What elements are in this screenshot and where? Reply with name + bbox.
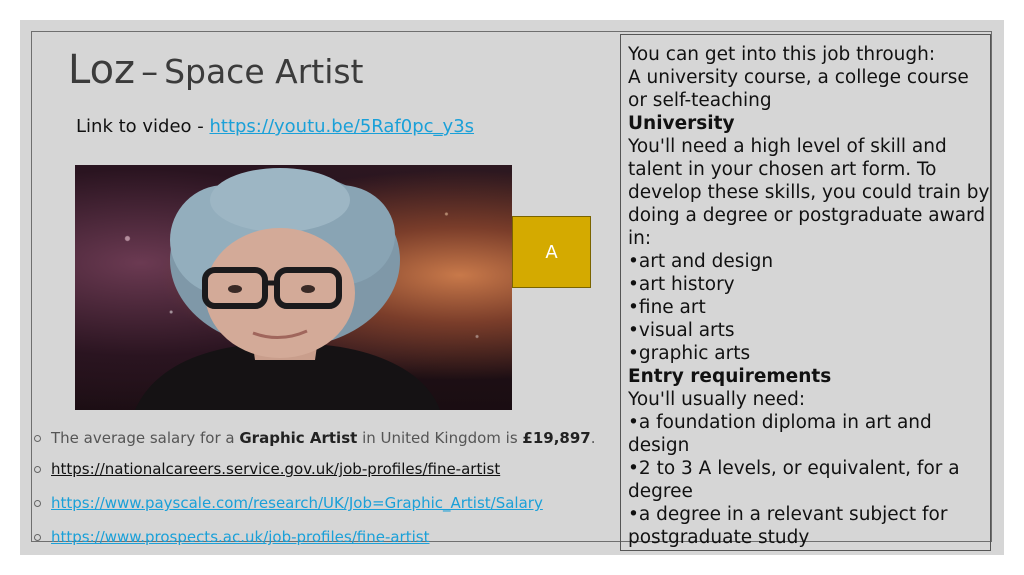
- job-info-box: You can get into this job through: A uni…: [620, 34, 991, 551]
- marker-a: A: [512, 216, 591, 288]
- video-label: Link to video -: [76, 116, 210, 137]
- link-item-payscale: https://www.payscale.com/research/UK/Job…: [34, 490, 634, 516]
- salary-middle: in United Kingdom is: [357, 429, 523, 447]
- info-list-item: •2 to 3 A levels, or equivalent, for a d…: [628, 458, 960, 502]
- title-role: Space Artist: [164, 52, 364, 91]
- info-list-item: •fine art: [628, 297, 706, 318]
- video-link[interactable]: https://youtu.be/5Raf0pc_y3s: [209, 116, 474, 137]
- info-heading-university: University: [628, 113, 735, 134]
- bullet-circle-icon: [34, 466, 41, 473]
- slide: Loz – Space Artist Link to video - https:/…: [20, 20, 1004, 555]
- portrait-illustration: [135, 168, 440, 410]
- info-line: A university course, a college course or…: [628, 67, 969, 111]
- info-line: You'll need a high level of skill and ta…: [628, 136, 990, 249]
- video-line: Link to video - https://youtu.be/5Raf0pc…: [76, 116, 474, 137]
- link-payscale[interactable]: https://www.payscale.com/research/UK/Job…: [51, 494, 543, 512]
- salary-job: Graphic Artist: [239, 429, 358, 447]
- info-line: You can get into this job through:: [628, 44, 936, 65]
- bullet-circle-icon: [34, 435, 41, 442]
- info-list-item: •a degree in a relevant subject for post…: [628, 504, 948, 548]
- salary-prefix: The average salary for a: [51, 429, 240, 447]
- info-list-item: •graphic arts: [628, 343, 751, 364]
- artist-photo: [75, 165, 512, 410]
- slide-title: Loz – Space Artist: [68, 50, 364, 90]
- info-list-item: •a foundation diploma in art and design: [628, 412, 932, 456]
- info-list-item: •visual arts: [628, 320, 735, 341]
- link-item-prospects: https://www.prospects.ac.uk/job-profiles…: [34, 524, 634, 550]
- title-dash: –: [141, 52, 159, 92]
- salary-suffix: .: [590, 429, 596, 447]
- info-list-item: •art history: [628, 274, 735, 295]
- bullet-circle-icon: [34, 500, 41, 507]
- bullet-circle-icon: [34, 534, 41, 541]
- resource-list: The average salary for a Graphic Artist …: [34, 425, 634, 550]
- link-item-nationalcareers: https://nationalcareers.service.gov.uk/j…: [34, 456, 634, 482]
- link-prospects[interactable]: https://www.prospects.ac.uk/job-profiles…: [51, 528, 429, 546]
- page: Loz – Space Artist Link to video - https:/…: [0, 0, 1024, 575]
- info-list-item: •art and design: [628, 251, 774, 272]
- salary-amount: £19,897: [522, 429, 591, 447]
- info-line: You'll usually need:: [628, 389, 806, 410]
- link-nationalcareers[interactable]: https://nationalcareers.service.gov.uk/j…: [51, 460, 500, 478]
- title-name: Loz: [68, 47, 136, 93]
- salary-item: The average salary for a Graphic Artist …: [34, 425, 634, 451]
- info-heading-entry: Entry requirements: [628, 366, 832, 387]
